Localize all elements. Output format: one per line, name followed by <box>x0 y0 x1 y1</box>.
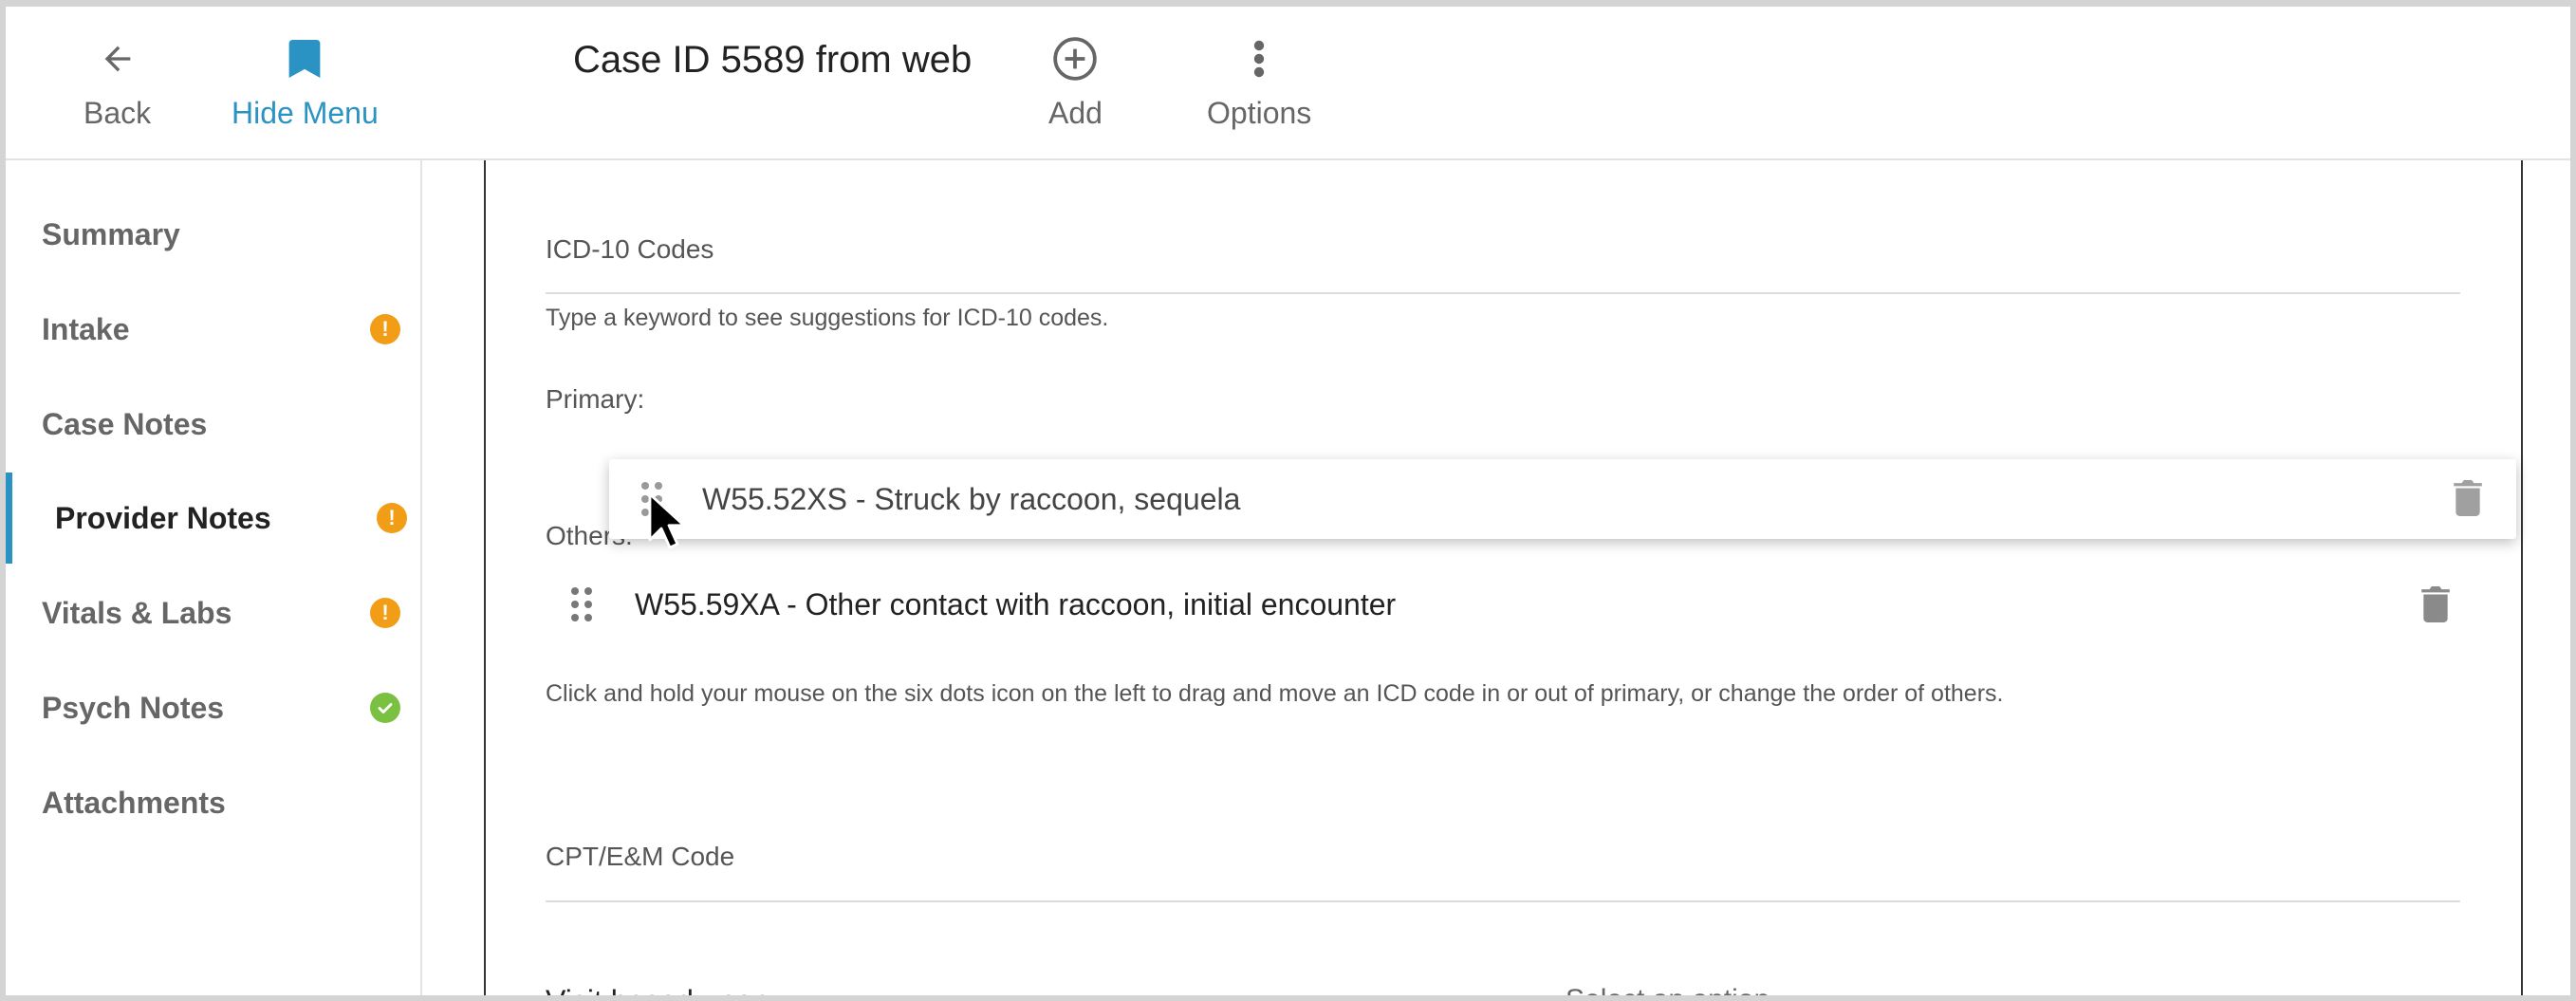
icd-code-text: W55.59XA - Other contact with raccoon, i… <box>635 586 1397 621</box>
icd-section-title: ICD-10 Codes <box>546 234 714 264</box>
warning-badge-icon: ! <box>370 314 400 344</box>
provider-notes-panel: ICD-10 Codes Type a keyword to see sugge… <box>484 160 2523 1001</box>
sidebar-item-provider-notes[interactable]: Provider Notes ! <box>6 473 420 564</box>
drag-instructions: Click and hold your mouse on the six dot… <box>546 680 2004 707</box>
icd-helper-text: Type a keyword to see suggestions for IC… <box>546 305 1109 331</box>
add-button[interactable]: Add <box>1048 35 1103 131</box>
primary-label: Primary: <box>546 384 645 414</box>
options-label: Options <box>1207 96 1312 130</box>
icd-code-text: W55.52XS - Struck by raccoon, sequela <box>702 482 1241 516</box>
sidebar-item-label: Intake <box>42 311 130 346</box>
sidebar-item-label: Provider Notes <box>55 500 271 535</box>
warning-badge-icon: ! <box>370 598 400 628</box>
app-window: Back Hide Menu Case ID 5589 from web Add… <box>0 0 2576 1001</box>
back-label: Back <box>83 96 152 130</box>
check-badge-icon <box>370 693 400 723</box>
sidebar-item-label: Summary <box>42 216 180 251</box>
sidebar-nav: Summary Intake ! Case Notes Provider Not… <box>6 160 422 995</box>
arrow-left-icon <box>99 35 137 83</box>
more-vertical-icon <box>1253 35 1265 83</box>
sidebar-item-vitals-labs[interactable]: Vitals & Labs ! <box>6 575 420 651</box>
add-label: Add <box>1048 96 1103 130</box>
drag-handle-icon[interactable] <box>571 587 592 621</box>
back-button[interactable]: Back <box>83 35 151 131</box>
warning-badge-icon: ! <box>377 503 407 533</box>
sidebar-item-label: Psych Notes <box>42 690 225 725</box>
hide-menu-label: Hide Menu <box>232 96 379 130</box>
trash-icon[interactable] <box>2421 586 2450 627</box>
section-divider <box>546 292 2460 294</box>
top-toolbar: Back Hide Menu Case ID 5589 from web Add… <box>6 7 2570 160</box>
bookmark-icon <box>288 35 321 83</box>
sidebar-item-intake[interactable]: Intake ! <box>6 291 420 367</box>
sidebar-item-label: Attachments <box>42 785 226 820</box>
page-title: Case ID 5589 from web <box>573 39 973 81</box>
visit-based-label: Visit based upon <box>546 984 770 1001</box>
sidebar-item-attachments[interactable]: Attachments <box>6 765 420 841</box>
trash-icon[interactable] <box>2454 480 2482 521</box>
sidebar-item-psych-notes[interactable]: Psych Notes <box>6 670 420 746</box>
caret-down-icon[interactable] <box>2429 997 2446 1001</box>
hide-menu-button[interactable]: Hide Menu <box>232 35 379 131</box>
options-button[interactable]: Options <box>1207 35 1311 131</box>
sidebar-item-label: Vitals & Labs <box>42 595 232 630</box>
sidebar-item-case-notes[interactable]: Case Notes <box>6 386 420 462</box>
section-divider <box>546 900 2460 902</box>
sidebar-item-summary[interactable]: Summary <box>6 196 420 272</box>
plus-circle-icon <box>1051 35 1099 83</box>
cpt-section-title: CPT/E&M Code <box>546 842 735 871</box>
sidebar-item-label: Case Notes <box>42 406 208 441</box>
visit-select[interactable]: Select an option <box>1566 984 1770 995</box>
dragging-icd-item[interactable]: W55.52XS - Struck by raccoon, sequela <box>609 459 2516 539</box>
list-item: W55.59XA - Other contact with raccoon, i… <box>571 575 2450 634</box>
mouse-cursor-icon <box>648 492 686 556</box>
